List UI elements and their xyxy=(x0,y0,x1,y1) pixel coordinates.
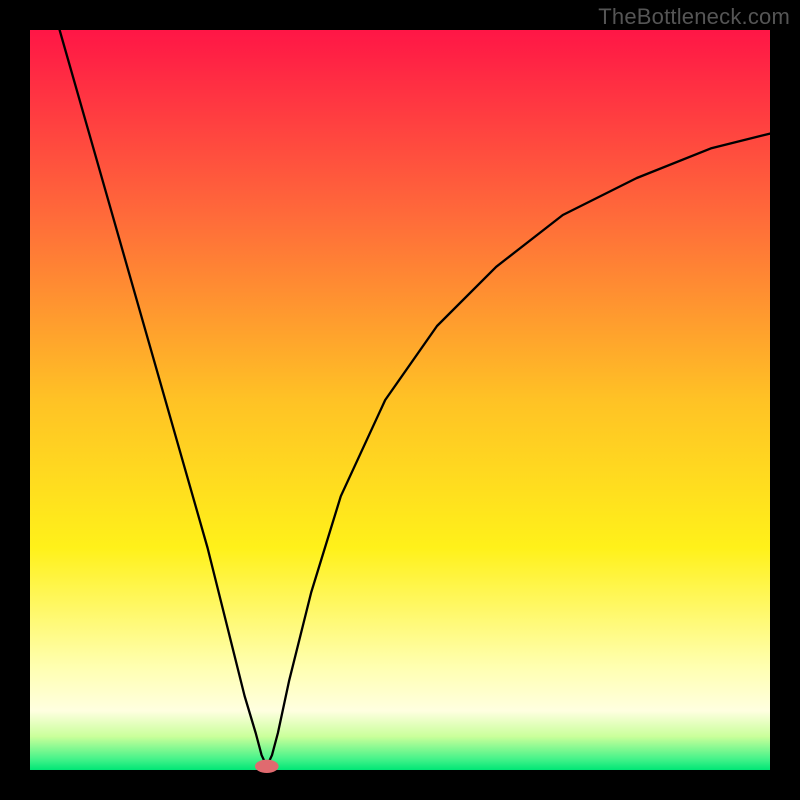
watermark-label: TheBottleneck.com xyxy=(598,4,790,30)
bottleneck-chart xyxy=(0,0,800,800)
optimum-marker xyxy=(255,760,279,773)
chart-stage: TheBottleneck.com xyxy=(0,0,800,800)
plot-background xyxy=(30,30,770,770)
